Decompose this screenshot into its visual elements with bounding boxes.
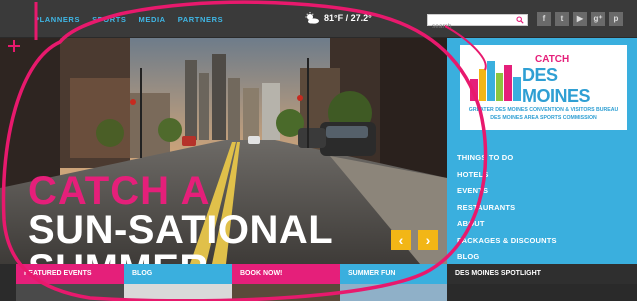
blog-thumb[interactable]	[124, 284, 232, 301]
weather-widget: 81°F / 27.2°	[304, 12, 372, 24]
featured-events-thumb[interactable]	[16, 284, 124, 301]
sidebar-item-restaurants[interactable]: RESTAURANTS	[457, 200, 557, 217]
facebook-icon[interactable]: f	[537, 12, 551, 26]
nav-sports[interactable]: SPORTS	[92, 15, 126, 24]
prev-slide-button[interactable]: ‹	[391, 230, 411, 250]
next-slide-button[interactable]: ›	[418, 230, 438, 250]
sun-cloud-icon	[305, 12, 319, 24]
hero-headline: CATCH A SUN-SATIONAL SUMMER	[28, 169, 334, 264]
search-box[interactable]	[427, 14, 528, 32]
sidebar-item-packages[interactable]: PACKAGES & DISCOUNTS	[457, 233, 557, 250]
catch-des-moines-logo[interactable]: CATCH DES MOINES GREATER DES MOINES CONV…	[460, 45, 627, 130]
search-icon[interactable]	[516, 16, 524, 24]
tab-book-now[interactable]: BOOK NOW!	[232, 264, 340, 284]
twitter-icon[interactable]: t	[555, 12, 569, 26]
sidebar-item-hotels[interactable]: HOTELS	[457, 167, 557, 184]
logo-tagline-1: GREATER DES MOINES CONVENTION & VISITORS…	[468, 107, 619, 113]
logo-catch: CATCH	[535, 54, 570, 65]
logo-tagline-2: DES MOINES AREA SPORTS COMMISSION	[490, 115, 597, 121]
google-plus-icon[interactable]: g⁺	[591, 12, 605, 26]
hero-line-1: CATCH A	[28, 169, 211, 213]
tab-des-moines-spotlight[interactable]: DES MOINES SPOTLIGHT	[447, 264, 637, 284]
weather-temp: 81°F / 27.2°	[324, 13, 372, 23]
tab-featured-events[interactable]: FEATURED EVENTS	[16, 264, 124, 284]
nav-partners[interactable]: PARTNERS	[178, 15, 224, 24]
sidebar-item-things-to-do[interactable]: THINGS TO DO	[457, 150, 557, 167]
side-menu: THINGS TO DO HOTELS EVENTS RESTAURANTS A…	[457, 150, 557, 266]
hero-line-3: SUMMER	[28, 249, 333, 264]
youtube-icon[interactable]: ▶	[573, 12, 587, 26]
spotlight-thumb[interactable]	[447, 284, 637, 301]
skyline-logo-icon	[470, 61, 521, 101]
logo-des-moines: DES MOINES	[522, 65, 591, 106]
nav-media[interactable]: MEDIA	[139, 15, 166, 24]
social-links: f t ▶ g⁺ p	[537, 12, 623, 26]
sidebar-item-events[interactable]: EVENTS	[457, 183, 557, 200]
nav-planners[interactable]: PLANNERS	[34, 15, 80, 24]
summer-fun-thumb[interactable]	[340, 284, 447, 301]
page: { "nav": { "items": ["PLANNERS", "SPORTS…	[0, 0, 637, 301]
top-nav: PLANNERS SPORTS MEDIA PARTNERS	[34, 15, 223, 24]
sidebar: CATCH DES MOINES GREATER DES MOINES CONV…	[447, 38, 637, 264]
top-bar: PLANNERS SPORTS MEDIA PARTNERS 81°F / 27…	[0, 0, 637, 38]
hero-line-2: SUN-SATIONAL	[28, 208, 334, 253]
hero-banner[interactable]: CATCH A SUN-SATIONAL SUMMER	[0, 38, 447, 264]
tab-blog[interactable]: BLOG	[124, 264, 232, 284]
tab-summer-fun[interactable]: SUMMER FUN	[340, 264, 447, 284]
search-input[interactable]	[428, 21, 514, 32]
bottom-tabs: FEATURED EVENTS BLOG BOOK NOW! SUMMER FU…	[0, 264, 637, 301]
pinterest-icon[interactable]: p	[609, 12, 623, 26]
book-now-thumb[interactable]	[232, 284, 340, 301]
sidebar-item-about[interactable]: ABOUT	[457, 216, 557, 233]
